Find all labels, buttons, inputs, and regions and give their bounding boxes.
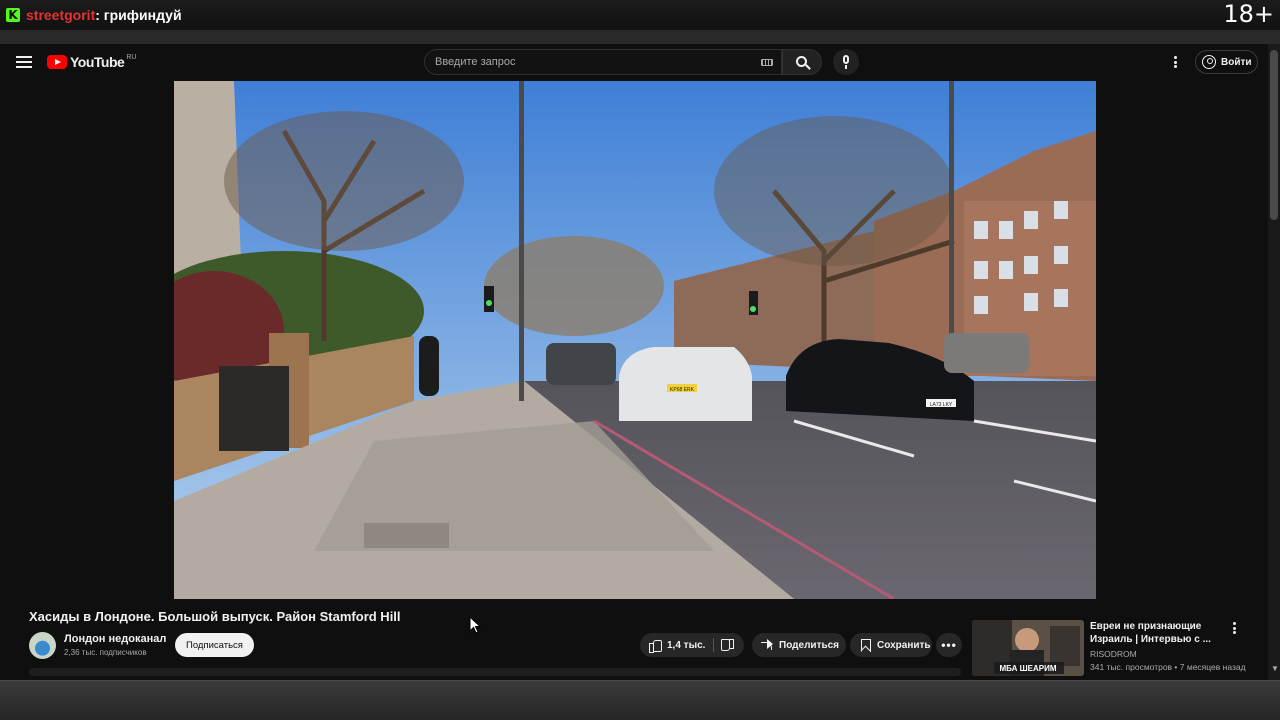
masthead: YouTube RU Войти (0, 44, 1268, 80)
video-title: Хасиды в Лондоне. Большой выпуск. Район … (29, 609, 401, 624)
region-code: RU (126, 53, 137, 61)
scroll-down-arrow-icon[interactable]: ▼ (1271, 664, 1279, 673)
hamburger-menu-icon[interactable] (16, 56, 32, 68)
stream-title-text: грифиндуй (99, 7, 182, 23)
car-white: KP68 ERK (619, 347, 752, 421)
browser-top-strip (0, 30, 1280, 44)
save-label: Сохранить (877, 639, 931, 651)
subscribe-button[interactable]: Подписаться (175, 633, 254, 657)
search-input[interactable] (435, 56, 745, 68)
more-horizontal-icon: ••• (941, 638, 957, 652)
youtube-logo-text: YouTube (70, 54, 125, 70)
subscriber-count: 2,36 тыс. подписчиков (64, 648, 147, 657)
microphone-icon (843, 55, 849, 64)
settings-menu-icon[interactable] (1174, 56, 1178, 68)
recommendation-channel[interactable]: RISODROM (1090, 649, 1137, 659)
recommendation-thumbnail[interactable]: МБА ШЕАРИМ (972, 620, 1084, 676)
dislike-icon[interactable] (720, 638, 734, 652)
like-dislike-group: 1,4 тыс. (640, 633, 744, 657)
stream-overlay-bar: K streetgorit: грифиндуй 18+ (0, 0, 1280, 30)
youtube-page: YouTube RU Войти (0, 44, 1280, 680)
save-button[interactable]: Сохранить (850, 633, 932, 657)
page-scrollbar[interactable]: ▼ (1268, 44, 1280, 680)
youtube-logo[interactable]: YouTube RU (47, 54, 136, 70)
plate-white: KP68 ERK (670, 387, 695, 393)
streamer-name: streetgorit (26, 7, 96, 23)
mouse-cursor-icon (469, 616, 482, 634)
plate-tesla: LA73 LKY (930, 402, 953, 408)
voice-search-button[interactable] (833, 49, 859, 75)
kick-logo-icon: K (6, 8, 20, 22)
age-rating-badge: 18+ (1223, 0, 1274, 28)
channel-avatar[interactable] (29, 632, 56, 659)
recommendation-meta: 341 тыс. просмотров • 7 месяцев назад (1090, 662, 1246, 672)
more-actions-button[interactable]: ••• (936, 633, 962, 657)
youtube-play-icon (47, 55, 67, 69)
signin-label: Войти (1221, 56, 1252, 68)
car-dark (546, 343, 616, 385)
video-frame: KP68 ERK LA73 LKY (174, 81, 1096, 599)
stream-title: streetgorit: грифиндуй (26, 7, 182, 23)
search-button[interactable] (782, 49, 822, 75)
thumbnail-caption: МБА ШЕАРИМ (999, 664, 1056, 673)
search-box (424, 49, 782, 75)
like-icon[interactable] (648, 638, 662, 653)
description-box-edge (29, 668, 961, 676)
recommendation-menu-icon[interactable] (1233, 622, 1237, 636)
share-button[interactable]: Поделиться (752, 633, 846, 657)
share-label: Поделиться (779, 639, 840, 651)
recommendation-title[interactable]: Евреи не признающие Израиль | Интервью с… (1090, 620, 1220, 646)
account-icon (1202, 55, 1216, 69)
like-count[interactable]: 1,4 тыс. (667, 640, 705, 651)
share-icon (760, 638, 774, 652)
scrollbar-thumb[interactable] (1270, 50, 1278, 220)
save-icon (858, 638, 872, 652)
like-divider (713, 638, 714, 652)
video-player[interactable]: KP68 ERK LA73 LKY (174, 81, 1096, 599)
signin-button[interactable]: Войти (1195, 50, 1258, 74)
taskbar-strip (0, 680, 1280, 720)
keyboard-icon[interactable] (761, 59, 773, 66)
channel-name[interactable]: Лондон недоканал (64, 633, 166, 645)
